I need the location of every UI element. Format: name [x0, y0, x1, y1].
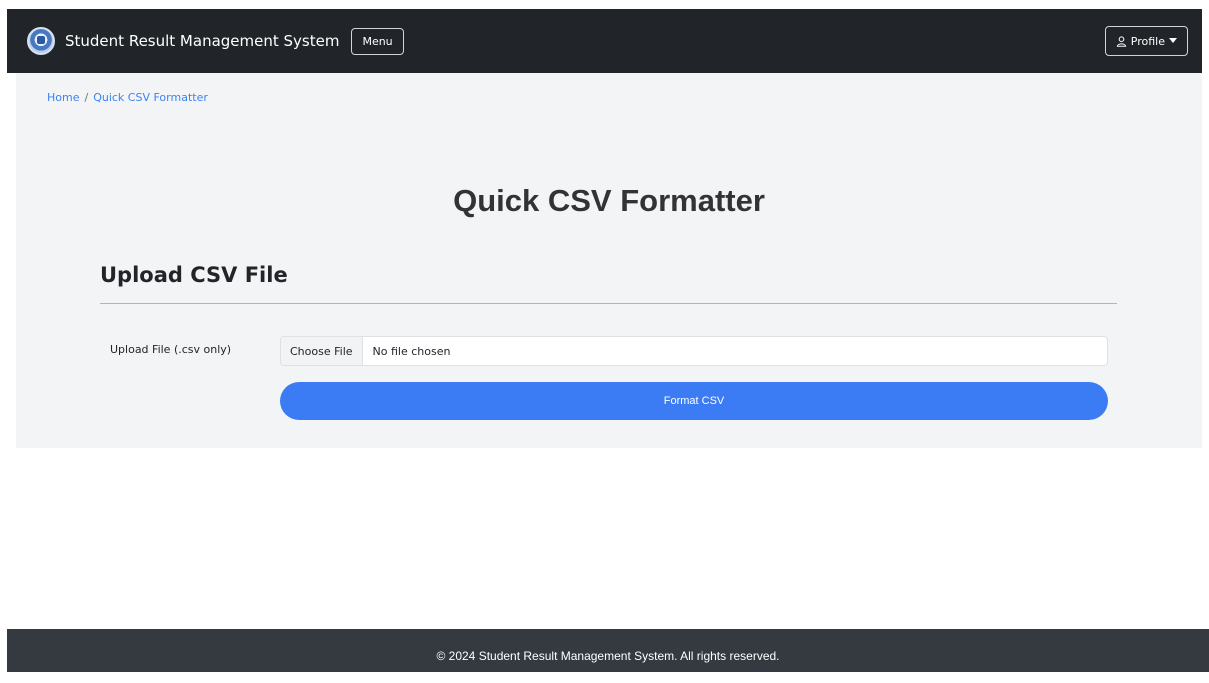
brand-title: Student Result Management System: [65, 32, 340, 50]
choose-file-button[interactable]: Choose File: [281, 337, 363, 365]
footer-copyright: © 2024 Student Result Management System.…: [436, 649, 780, 663]
footer: © 2024 Student Result Management System.…: [7, 629, 1209, 672]
breadcrumb-home-link[interactable]: Home: [47, 91, 79, 104]
caret-down-icon: [1169, 38, 1177, 44]
breadcrumb-separator: /: [84, 91, 89, 104]
main-content: Home / Quick CSV Formatter Quick CSV Forma…: [16, 73, 1202, 448]
university-logo-icon: [27, 27, 55, 55]
upload-file-label: Upload File (.csv only): [110, 343, 232, 356]
user-icon: [1116, 35, 1127, 47]
profile-label: Profile: [1130, 34, 1165, 48]
file-upload-input[interactable]: Choose File No file chosen: [280, 336, 1108, 366]
section-title: Upload CSV File: [100, 263, 288, 287]
format-csv-button[interactable]: Format CSV: [280, 382, 1108, 420]
page-title: Quick CSV Formatter: [453, 183, 765, 218]
brand[interactable]: Student Result Management System: [27, 27, 339, 55]
menu-button[interactable]: Menu: [351, 27, 404, 55]
file-status-text: No file chosen: [372, 344, 451, 358]
breadcrumb-current[interactable]: Quick CSV Formatter: [93, 91, 208, 104]
profile-dropdown-button[interactable]: Profile: [1104, 26, 1188, 56]
section-divider: [100, 303, 1117, 304]
top-navbar: Student Result Management System Menu Pr…: [7, 9, 1202, 73]
breadcrumb: Home / Quick CSV Formatter: [47, 91, 208, 104]
